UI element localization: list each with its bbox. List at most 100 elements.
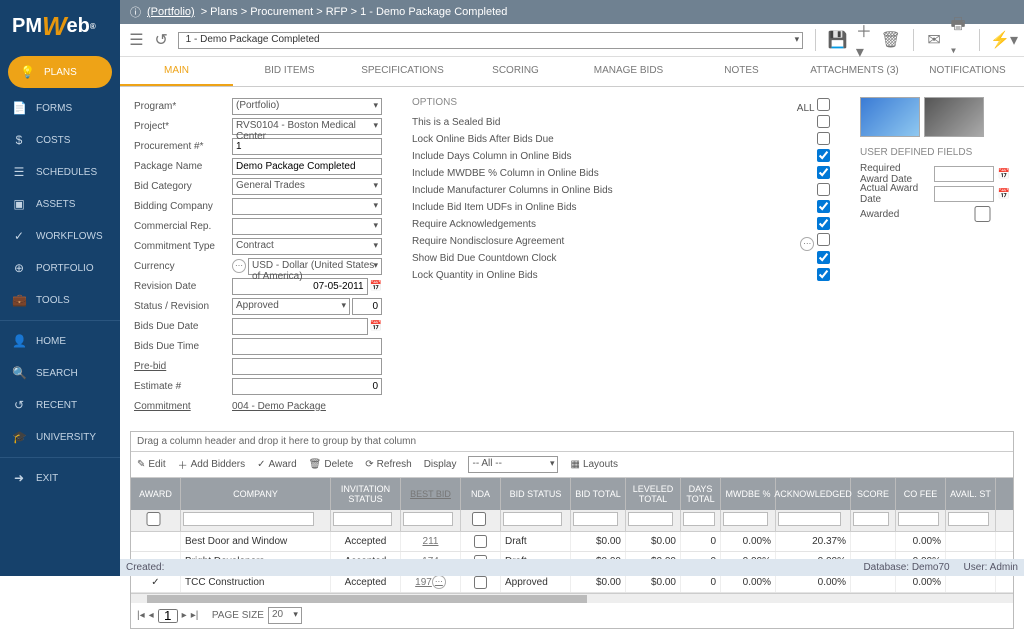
mail-icon[interactable]: ✉ <box>926 28 943 52</box>
sidebar-item-tools[interactable]: 💼TOOLS <box>0 284 120 316</box>
field-input[interactable] <box>232 318 368 335</box>
more-icon[interactable]: ⋯ <box>232 259 246 273</box>
filter-input[interactable] <box>333 512 392 526</box>
field-select[interactable]: General Trades <box>232 178 382 195</box>
calendar-icon[interactable] <box>998 189 1010 200</box>
filter-input[interactable] <box>573 512 618 526</box>
col-header[interactable]: MWDBE % <box>721 478 776 510</box>
field-select[interactable] <box>232 198 382 215</box>
col-header[interactable]: COMPANY <box>181 478 331 510</box>
grid-layouts[interactable]: ▦ Layouts <box>570 459 617 470</box>
sidebar-item-assets[interactable]: ▣ASSETS <box>0 188 120 220</box>
record-selector[interactable]: 1 - Demo Package Completed <box>178 32 804 49</box>
tab-notifications[interactable]: NOTIFICATIONS <box>911 57 1024 86</box>
filter-input[interactable] <box>503 512 562 526</box>
grid-refresh[interactable]: ⟳ Refresh <box>365 459 411 470</box>
grid-hscroll[interactable] <box>131 593 1013 603</box>
filter-checkbox[interactable] <box>463 512 495 526</box>
option-checkbox[interactable] <box>817 217 830 230</box>
field-input[interactable] <box>232 358 382 375</box>
option-checkbox[interactable] <box>817 183 830 196</box>
sidebar-item-home[interactable]: 👤HOME <box>0 325 120 357</box>
breadcrumb-portfolio[interactable]: (Portfolio) <box>147 6 195 18</box>
delete-icon[interactable]: 🗑 <box>881 28 901 52</box>
option-checkbox[interactable] <box>817 149 830 162</box>
grid-delete[interactable]: 🗑 Delete <box>309 459 354 470</box>
pager-last[interactable]: ▸| <box>191 610 199 621</box>
bolt-icon[interactable]: ⚡▾ <box>992 28 1016 52</box>
field-input[interactable] <box>232 158 382 175</box>
list-icon[interactable]: ☰ <box>128 28 145 52</box>
option-checkbox[interactable] <box>817 268 830 281</box>
col-header[interactable]: BID STATUS <box>501 478 571 510</box>
print-icon[interactable]: 🖶▾ <box>950 28 967 52</box>
info-icon[interactable]: ⓘ <box>130 4 141 20</box>
field-revision-num[interactable] <box>352 298 382 315</box>
field-select[interactable] <box>232 218 382 235</box>
sidebar-item-schedules[interactable]: ☰SCHEDULES <box>0 156 120 188</box>
col-header[interactable]: CO FEE <box>896 478 946 510</box>
grid-award[interactable]: ✓ Award <box>257 459 297 470</box>
col-header[interactable]: BID TOTAL <box>571 478 626 510</box>
sidebar-item-search[interactable]: 🔍SEARCH <box>0 357 120 389</box>
filter-input[interactable] <box>628 512 673 526</box>
col-header[interactable]: AVAIL. ST <box>946 478 996 510</box>
field-select[interactable]: Contract <box>232 238 382 255</box>
pager-prev[interactable]: ◂ <box>149 610 154 621</box>
pager-size[interactable]: 20 <box>268 607 302 624</box>
filter-input[interactable] <box>948 512 989 526</box>
field-select[interactable]: (Portfolio) <box>232 98 382 115</box>
sidebar-item-recent[interactable]: ↺RECENT <box>0 389 120 421</box>
field-link[interactable]: 004 - Demo Package <box>232 401 326 412</box>
tab-attachments-3-[interactable]: ATTACHMENTS (3) <box>798 57 911 86</box>
table-row[interactable]: Best Door and WindowAccepted211Draft$0.0… <box>131 532 1013 552</box>
grid-display-select[interactable]: -- All -- <box>468 456 558 473</box>
udf-input[interactable] <box>934 166 994 182</box>
filter-input[interactable] <box>853 512 889 526</box>
pager-page-input[interactable] <box>158 609 178 623</box>
tab-specifications[interactable]: SPECIFICATIONS <box>346 57 459 86</box>
sidebar-item-forms[interactable]: 📄FORMS <box>0 92 120 124</box>
filter-input[interactable] <box>183 512 314 526</box>
sidebar-item-plans[interactable]: 💡PLANS <box>8 56 112 88</box>
pager-first[interactable]: |◂ <box>137 610 145 621</box>
col-header[interactable]: AWARD <box>131 478 181 510</box>
col-header[interactable]: BEST BID <box>401 478 461 510</box>
option-checkbox[interactable] <box>817 115 830 128</box>
sidebar-item-costs[interactable]: $COSTS <box>0 124 120 156</box>
grid-group-drop[interactable]: Drag a column header and drop it here to… <box>131 432 1013 452</box>
col-header[interactable]: LEVELED TOTAL <box>626 478 681 510</box>
option-checkbox[interactable] <box>817 132 830 145</box>
filter-checkbox[interactable] <box>133 512 174 526</box>
save-icon[interactable]: 💾 <box>828 28 848 52</box>
col-header[interactable]: INVITATION STATUS <box>331 478 401 510</box>
calendar-icon[interactable] <box>998 169 1010 180</box>
sidebar-item-exit[interactable]: ➜EXIT <box>0 462 120 494</box>
grid-edit[interactable]: ✎ Edit <box>137 459 166 470</box>
field-select[interactable]: Approved <box>232 298 350 315</box>
filter-input[interactable] <box>723 512 768 526</box>
col-header[interactable]: SCORE <box>851 478 896 510</box>
add-icon[interactable]: ＋▾ <box>856 28 873 52</box>
history-icon[interactable]: ↺ <box>153 28 170 52</box>
col-header[interactable]: NDA <box>461 478 501 510</box>
option-checkbox[interactable] <box>817 233 830 246</box>
filter-input[interactable] <box>778 512 841 526</box>
sidebar-item-portfolio[interactable]: ⊕PORTFOLIO <box>0 252 120 284</box>
options-all-checkbox[interactable] <box>817 98 830 111</box>
field-input[interactable] <box>232 338 382 355</box>
filter-input[interactable] <box>683 512 715 526</box>
grid-add-bidders[interactable]: ＋ Add Bidders <box>178 457 245 472</box>
tab-bid-items[interactable]: BID ITEMS <box>233 57 346 86</box>
col-header[interactable]: ACKNOWLEDGED <box>776 478 851 510</box>
field-input[interactable] <box>232 378 382 395</box>
filter-input[interactable] <box>403 512 453 526</box>
more-icon[interactable]: ⋯ <box>432 575 446 589</box>
thumbnail[interactable] <box>924 97 984 137</box>
option-checkbox[interactable] <box>817 166 830 179</box>
tab-notes[interactable]: NOTES <box>685 57 798 86</box>
udf-input[interactable] <box>934 186 994 202</box>
udf-checkbox[interactable] <box>955 206 1010 222</box>
sidebar-item-workflows[interactable]: ✓WORKFLOWS <box>0 220 120 252</box>
pager-next[interactable]: ▸ <box>182 610 187 621</box>
